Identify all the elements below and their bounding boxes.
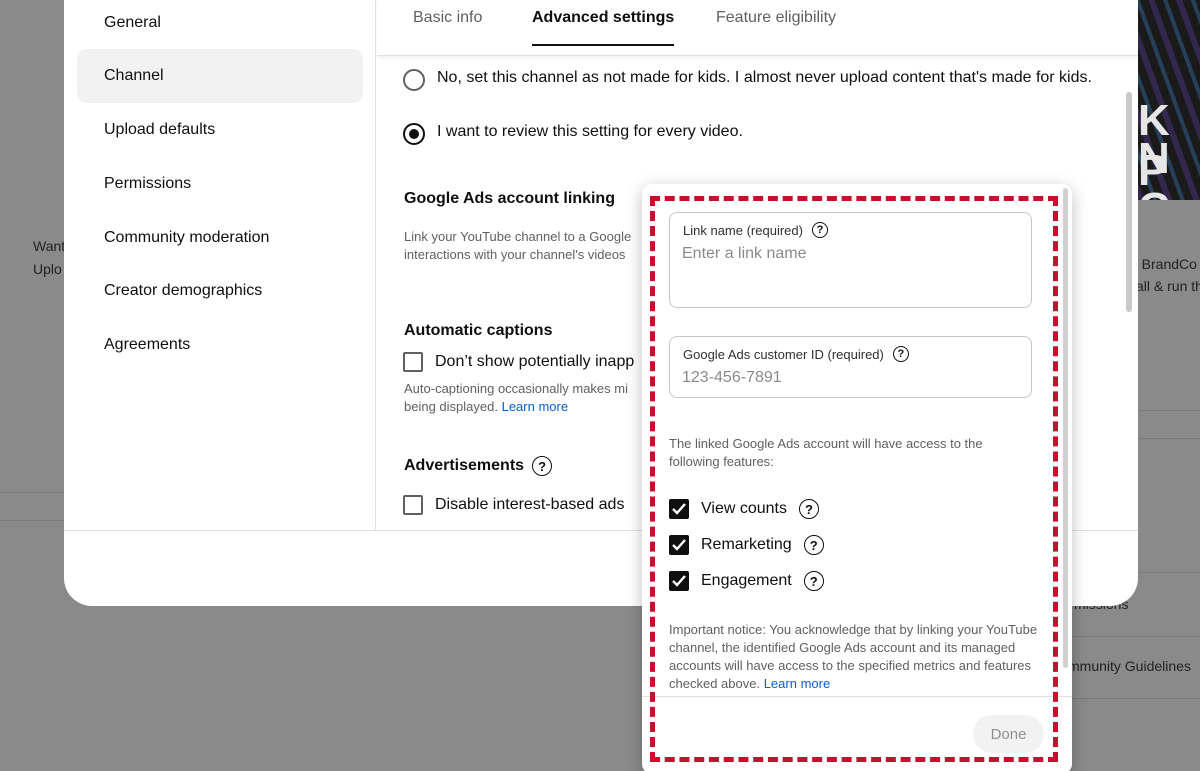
important-notice: Important notice: You acknowledge that b… — [669, 622, 1038, 691]
checkbox-checked[interactable] — [669, 571, 689, 591]
link-name-label: Link name (required) ? — [683, 222, 828, 238]
checkmark-icon — [672, 503, 686, 515]
google-ads-link-popup: Link name (required) ? Google Ads custom… — [642, 184, 1072, 771]
feature-engagement[interactable]: Engagement ? — [669, 571, 824, 591]
access-description: The linked Google Ads account will have … — [669, 436, 983, 469]
question-circle-icon[interactable]: ? — [811, 222, 828, 238]
learn-more-link[interactable]: Learn more — [764, 676, 830, 691]
feature-label: Engagement — [701, 572, 792, 589]
captions-desc: Auto-captioning occasionally makes mi be… — [404, 381, 628, 414]
checkbox-label: Disable interest-based ads — [435, 496, 625, 513]
advertisements-title: Advertisements ? — [404, 456, 553, 476]
question-circle-icon[interactable]: ? — [892, 346, 909, 362]
customer-id-field[interactable]: Google Ads customer ID (required) ? — [669, 336, 1032, 398]
sidebar-item-community-moderation[interactable]: Community moderation — [77, 211, 363, 265]
captions-title: Automatic captions — [404, 322, 553, 339]
learn-more-link[interactable]: Learn more — [502, 399, 568, 414]
radio-review-every-video[interactable]: I want to review this setting for every … — [403, 122, 743, 145]
bg-text: Want — [33, 238, 66, 254]
link-name-input[interactable] — [682, 245, 1012, 263]
tab-basic-info[interactable]: Basic info — [413, 0, 482, 56]
radio-button[interactable] — [403, 69, 425, 91]
customer-id-input[interactable] — [682, 369, 1012, 387]
checkbox[interactable] — [403, 352, 423, 372]
bg-text: n BrandCo — [1130, 256, 1197, 272]
checkmark-icon — [672, 539, 686, 551]
question-circle-icon[interactable]: ? — [803, 571, 824, 591]
question-circle-icon[interactable]: ? — [798, 499, 819, 519]
content-scrollbar[interactable] — [1126, 92, 1132, 312]
sidebar-item-upload-defaults[interactable]: Upload defaults — [77, 103, 363, 157]
video-thumbnail: K P N C — [1138, 0, 1200, 200]
radio-label: I want to review this setting for every … — [437, 123, 743, 140]
done-button[interactable]: Done — [973, 715, 1044, 753]
settings-sidebar: General Channel Upload defaults Permissi… — [64, 0, 376, 530]
disable-ads-checkbox-row[interactable]: Disable interest-based ads — [403, 495, 624, 515]
sidebar-item-general[interactable]: General — [77, 0, 363, 50]
sidebar-item-agreements[interactable]: Agreements — [77, 318, 363, 372]
bg-text: all & run th — [1136, 278, 1200, 294]
feature-view-counts[interactable]: View counts ? — [669, 499, 819, 519]
sidebar-item-creator-demographics[interactable]: Creator demographics — [77, 264, 363, 318]
link-name-field[interactable]: Link name (required) ? — [669, 212, 1032, 308]
checkbox[interactable] — [403, 495, 423, 515]
feature-label: View counts — [701, 500, 787, 517]
bg-text: Uplo — [33, 261, 62, 277]
checkbox-label: Don’t show potentially inapp — [435, 353, 635, 370]
radio-button-selected[interactable] — [403, 123, 425, 145]
checkbox-checked[interactable] — [669, 535, 689, 555]
question-circle-icon[interactable]: ? — [532, 456, 553, 476]
radio-not-made-for-kids[interactable]: No, set this channel as not made for kid… — [403, 68, 1103, 91]
tab-advanced-settings[interactable]: Advanced settings — [532, 0, 675, 56]
question-circle-icon[interactable]: ? — [803, 535, 824, 555]
tab-feature-eligibility[interactable]: Feature eligibility — [716, 0, 836, 56]
captions-checkbox-row[interactable]: Don’t show potentially inapp — [403, 352, 634, 372]
ads-linking-title: Google Ads account linking — [404, 190, 615, 207]
radio-label: No, set this channel as not made for kid… — [437, 69, 1092, 86]
popup-footer-divider — [642, 696, 1072, 697]
ads-linking-desc: Link your YouTube channel to a Google in… — [404, 229, 632, 262]
settings-tabs: Basic info Advanced settings Feature eli… — [377, 0, 1138, 56]
sidebar-item-channel[interactable]: Channel — [77, 49, 363, 103]
feature-label: Remarketing — [701, 536, 792, 553]
thumbnail-text-2: N C — [1138, 134, 1170, 200]
bg-text: mmunity Guidelines — [1068, 658, 1191, 674]
feature-remarketing[interactable]: Remarketing ? — [669, 535, 824, 555]
sidebar-item-permissions[interactable]: Permissions — [77, 157, 363, 211]
popup-scrollbar[interactable] — [1063, 188, 1068, 668]
checkmark-icon — [672, 575, 686, 587]
customer-id-label: Google Ads customer ID (required) ? — [683, 346, 909, 362]
checkbox-checked[interactable] — [669, 499, 689, 519]
